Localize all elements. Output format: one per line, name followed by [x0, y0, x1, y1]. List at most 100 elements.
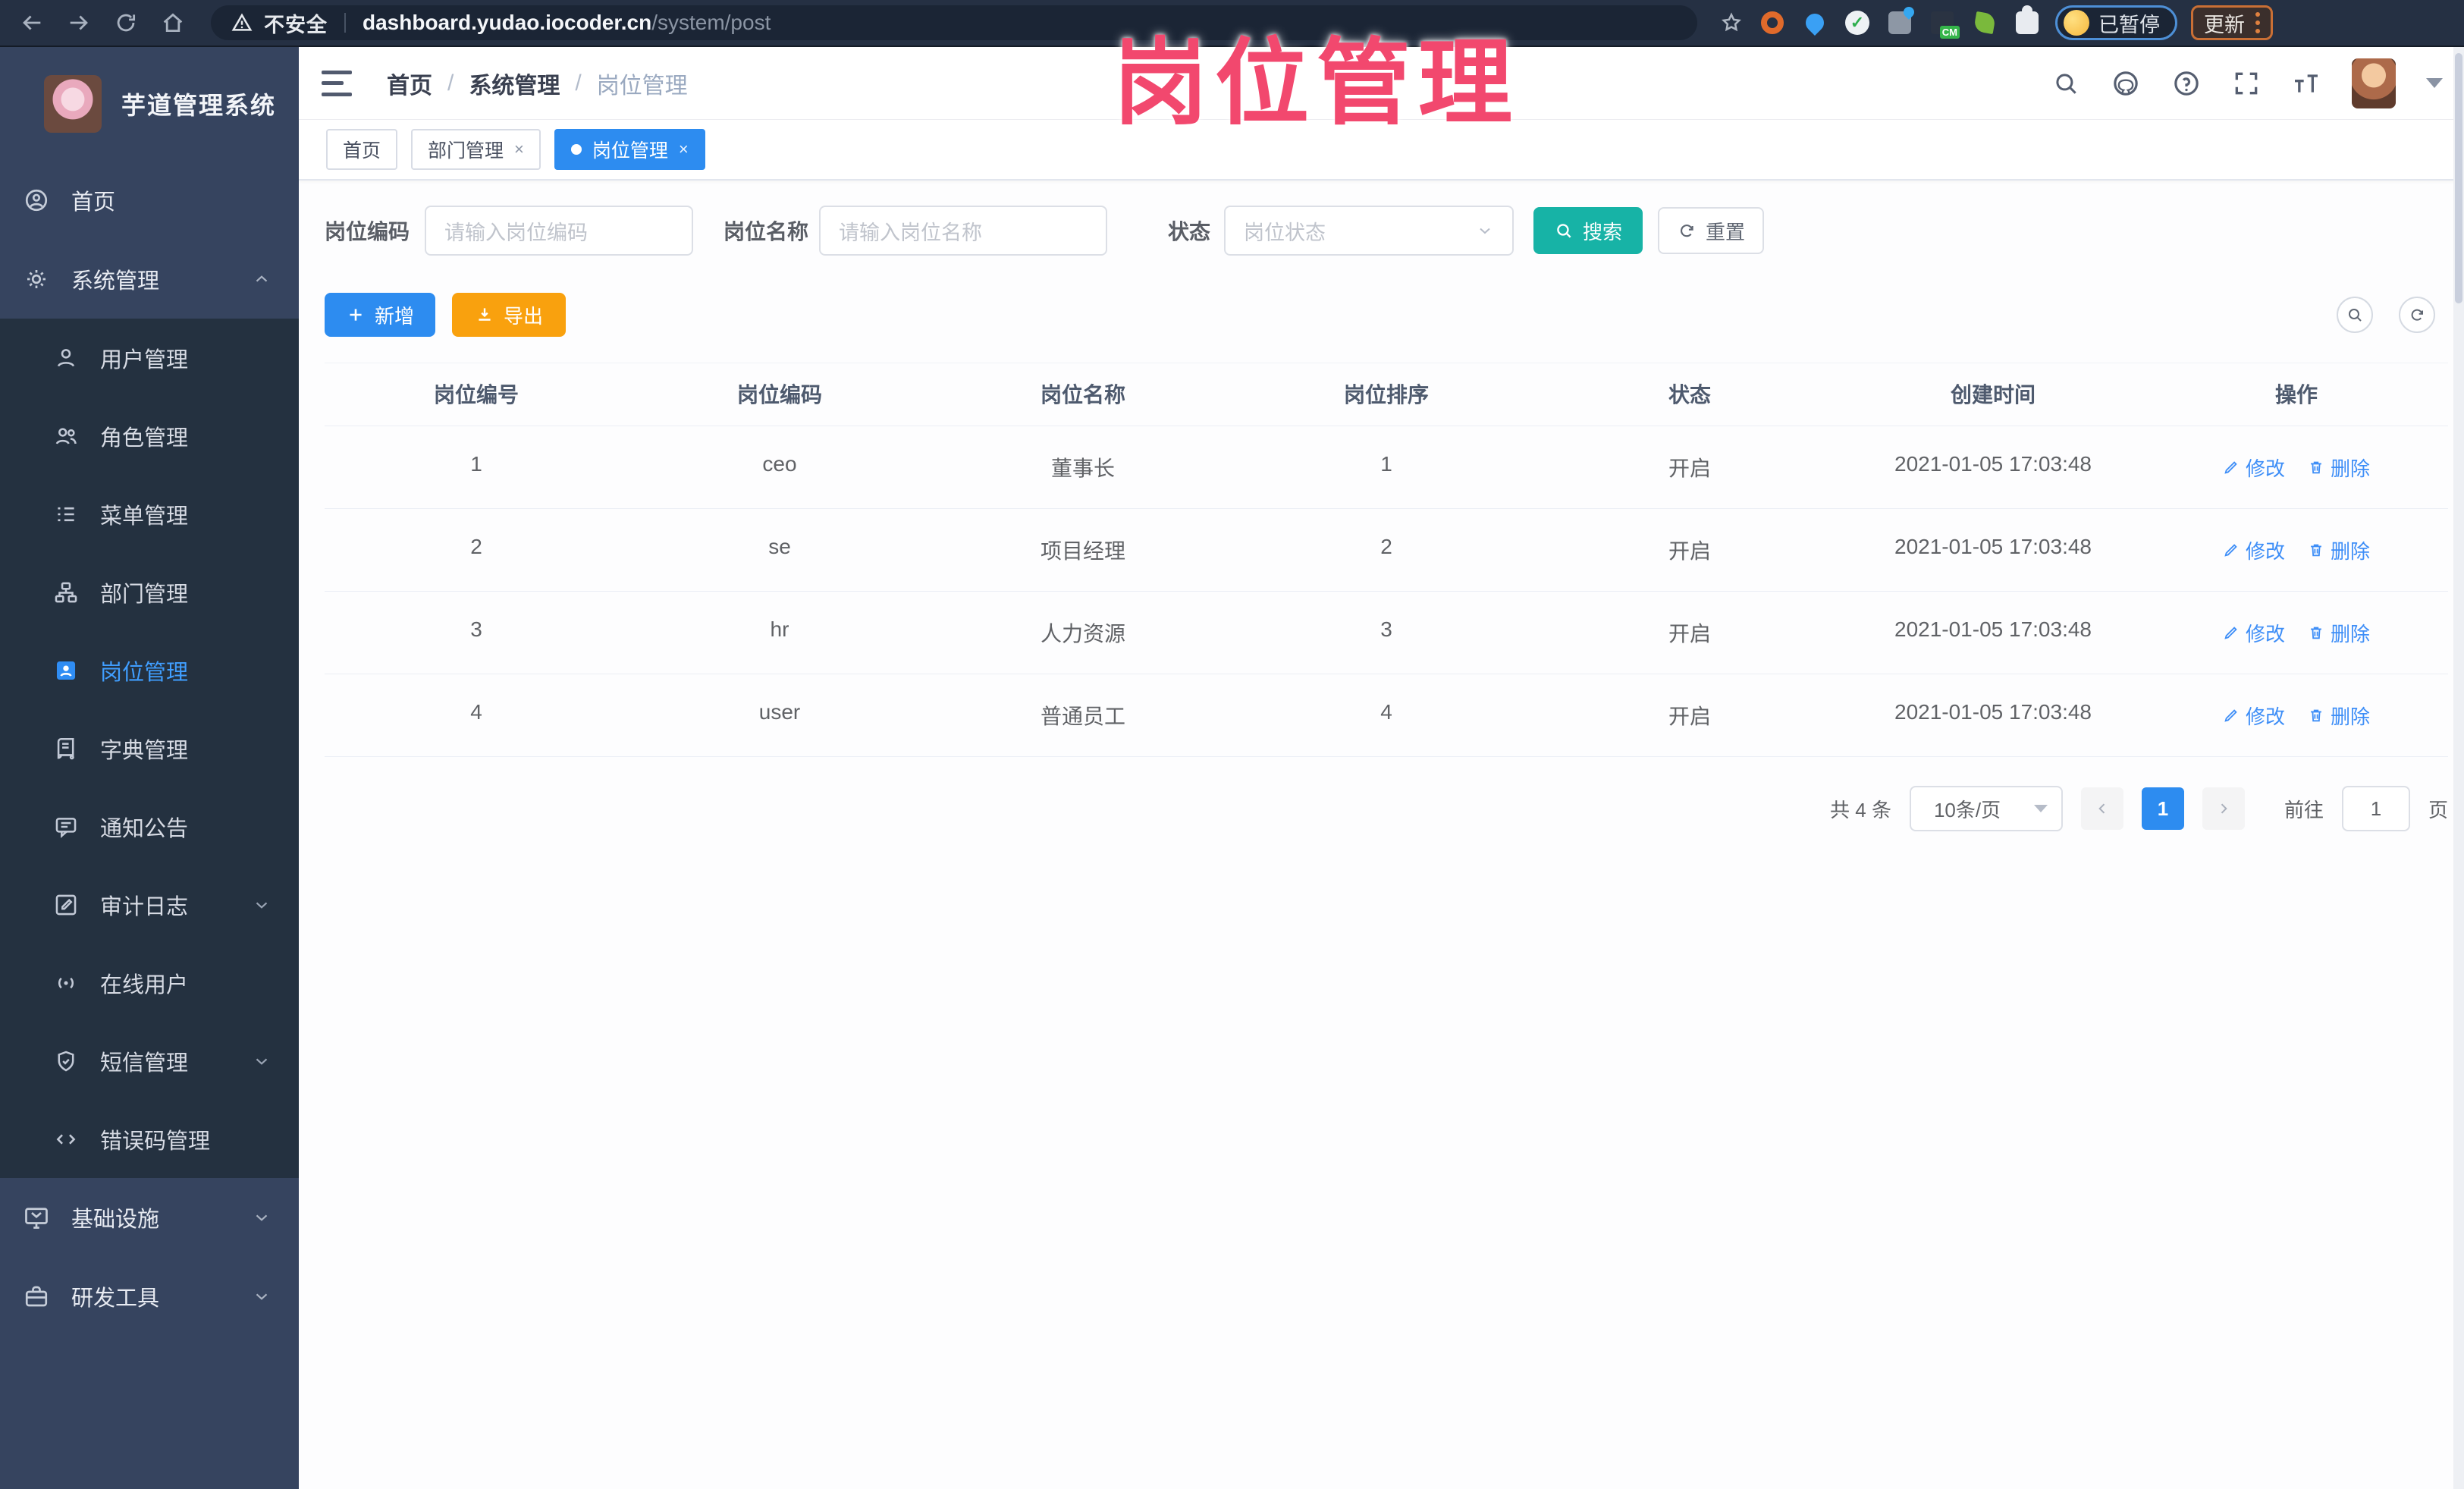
sidebar-item-dept-mgmt[interactable]: 部门管理 — [0, 553, 299, 631]
back-icon[interactable] — [12, 5, 52, 41]
table-body: 1 ceo 董事长 1 开启 2021-01-05 17:03:48 修改 删除… — [325, 426, 2448, 757]
post-table: 岗位编号 岗位编码 岗位名称 岗位排序 状态 创建时间 操作 1 ceo 董事长… — [325, 363, 2448, 757]
breadcrumb-system[interactable]: 系统管理 — [469, 67, 560, 100]
col-status: 状态 — [1668, 383, 1711, 407]
system-submenu: 用户管理 角色管理 菜单管理 部门管理 岗位管理 字典管理 通知公告 审计日志 … — [0, 319, 299, 1178]
browser-chrome: 不安全 dashboard.yudao.iocoder.cn/system/po… — [0, 0, 2464, 47]
delete-link[interactable]: 删除 — [2308, 454, 2370, 482]
table-row: 4 user 普通员工 4 开启 2021-01-05 17:03:48 修改 … — [325, 674, 2448, 757]
security-label[interactable]: 不安全 — [264, 8, 328, 38]
edit-link[interactable]: 修改 — [2223, 454, 2285, 482]
extension-leaf-icon[interactable] — [1970, 8, 1999, 37]
sidebar-item-sms-mgmt[interactable]: 短信管理 — [0, 1022, 299, 1100]
extension-gray-icon[interactable] — [1885, 8, 1914, 37]
extension-check-icon[interactable]: ✓ — [1843, 8, 1872, 37]
roles-icon — [53, 423, 79, 449]
org-tree-icon — [53, 580, 79, 605]
page-size-select[interactable]: 10条/页 — [1909, 786, 2063, 831]
post-badge-icon — [53, 658, 79, 683]
breadcrumb-separator: / — [447, 70, 454, 96]
search-icon[interactable] — [2051, 69, 2080, 98]
sidebar-item-system[interactable]: 系统管理 — [0, 240, 299, 319]
sidebar-item-user-mgmt[interactable]: 用户管理 — [0, 319, 299, 397]
delete-link[interactable]: 删除 — [2308, 536, 2370, 564]
sidebar-item-error-code[interactable]: 错误码管理 — [0, 1100, 299, 1178]
tab-home[interactable]: 首页 — [326, 129, 398, 170]
edit-link[interactable]: 修改 — [2223, 702, 2285, 730]
filter-form: 岗位编码 请输入岗位编码 岗位名称 请输入岗位名称 状态 岗位状态 搜索 重置 — [325, 205, 2464, 256]
prev-page-button[interactable] — [2080, 787, 2123, 830]
tab-post-mgmt[interactable]: 岗位管理 × — [554, 129, 705, 170]
extension-pin-icon[interactable] — [1800, 8, 1829, 37]
sidebar-item-label: 首页 — [71, 190, 116, 215]
sidebar-item-post-mgmt[interactable]: 岗位管理 — [0, 631, 299, 709]
delete-label: 删除 — [2331, 622, 2371, 646]
header-icon-cluster — [2051, 58, 2443, 108]
scrollbar-thumb[interactable] — [2455, 53, 2462, 303]
close-icon[interactable]: × — [679, 140, 689, 159]
forward-icon[interactable] — [59, 5, 99, 41]
sidebar-item-menu-mgmt[interactable]: 菜单管理 — [0, 475, 299, 553]
extension-cm-icon[interactable] — [1928, 8, 1960, 39]
sidebar-item-home[interactable]: 首页 — [0, 161, 299, 240]
download-icon — [475, 305, 494, 325]
font-size-icon[interactable] — [2291, 68, 2321, 99]
trash-icon — [2308, 624, 2324, 641]
url-text[interactable]: dashboard.yudao.iocoder.cn/system/post — [363, 11, 771, 35]
sidebar-item-dev-tools[interactable]: 研发工具 — [0, 1257, 299, 1336]
col-post-id: 岗位编号 — [433, 383, 519, 407]
next-page-button[interactable] — [2202, 787, 2245, 830]
github-icon[interactable] — [2111, 68, 2141, 99]
goto-page-input[interactable] — [2341, 786, 2410, 831]
help-icon[interactable] — [2171, 68, 2202, 99]
delete-link[interactable]: 删除 — [2308, 702, 2370, 730]
page-number-1[interactable]: 1 — [2141, 787, 2184, 830]
extensions-puzzle-icon[interactable] — [2013, 5, 2042, 37]
extension-ring-icon[interactable] — [1758, 8, 1787, 37]
post-code-label: 岗位编码 — [325, 220, 410, 243]
post-code-input[interactable]: 请输入岗位编码 — [425, 206, 694, 256]
status-label: 状态 — [1168, 220, 1211, 243]
caret-down-icon[interactable] — [2426, 78, 2443, 88]
add-button[interactable]: 新增 — [325, 293, 435, 337]
bookmark-star-icon[interactable] — [1719, 10, 1744, 36]
sidebar-item-label: 在线用户 — [100, 972, 189, 997]
edit-link[interactable]: 修改 — [2223, 619, 2285, 647]
update-button[interactable]: 更新 — [2191, 5, 2273, 40]
home-icon[interactable] — [153, 5, 193, 41]
app-title: 芋道管理系统 — [121, 92, 277, 119]
pagination-total: 共 4 条 — [1830, 798, 1891, 821]
url-path: /system/post — [651, 11, 771, 34]
toggle-search-button[interactable] — [2337, 297, 2373, 333]
reset-button[interactable]: 重置 — [1658, 207, 1765, 254]
sidebar-item-infra[interactable]: 基础设施 — [0, 1178, 299, 1257]
paused-badge[interactable]: 已暂停 — [2055, 5, 2177, 40]
sidebar-item-audit-log[interactable]: 审计日志 — [0, 865, 299, 944]
reload-icon[interactable] — [106, 5, 146, 41]
search-button[interactable]: 搜索 — [1533, 207, 1643, 254]
delete-link[interactable]: 删除 — [2308, 619, 2370, 647]
menu-list-icon — [53, 501, 79, 527]
export-button[interactable]: 导出 — [452, 293, 566, 337]
status-select[interactable]: 岗位状态 — [1224, 206, 1514, 256]
cell-post-sort: 2 — [1380, 535, 1392, 558]
address-bar[interactable]: 不安全 dashboard.yudao.iocoder.cn/system/po… — [211, 5, 1697, 40]
breadcrumb-home[interactable]: 首页 — [387, 67, 432, 100]
tab-dept-mgmt[interactable]: 部门管理 × — [411, 129, 541, 170]
scrollbar[interactable] — [2453, 47, 2464, 1489]
update-label: 更新 — [2204, 13, 2245, 36]
post-name-input[interactable]: 请输入岗位名称 — [819, 206, 1108, 256]
kebab-menu-icon[interactable] — [2255, 12, 2260, 33]
app-logo-row[interactable]: 芋道管理系统 — [0, 47, 299, 161]
sidebar-item-dict-mgmt[interactable]: 字典管理 — [0, 709, 299, 787]
user-icon — [53, 345, 79, 371]
fullscreen-icon[interactable] — [2232, 69, 2261, 98]
sidebar-item-notice[interactable]: 通知公告 — [0, 787, 299, 865]
hamburger-icon[interactable] — [322, 70, 352, 96]
edit-link[interactable]: 修改 — [2223, 536, 2285, 564]
close-icon[interactable]: × — [514, 140, 524, 159]
sidebar-item-role-mgmt[interactable]: 角色管理 — [0, 397, 299, 475]
refresh-table-button[interactable] — [2399, 297, 2435, 333]
user-avatar[interactable] — [2352, 58, 2396, 108]
sidebar-item-online-users[interactable]: 在线用户 — [0, 944, 299, 1022]
